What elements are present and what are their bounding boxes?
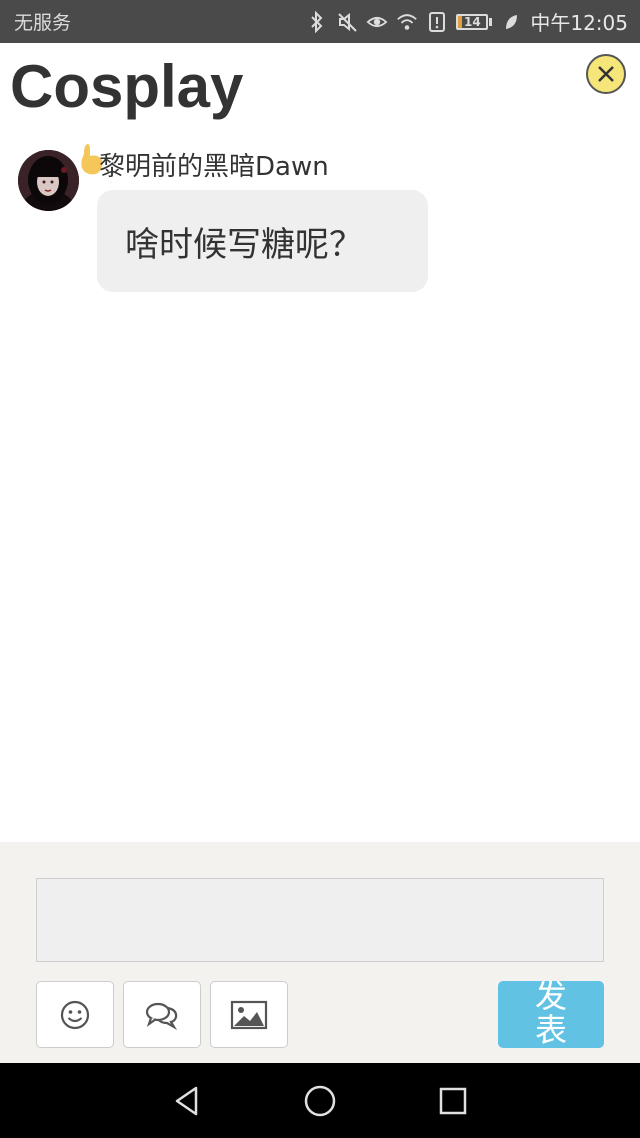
clock: 中午12:05 — [530, 11, 628, 35]
back-icon — [175, 1086, 197, 1115]
emoji-icon — [60, 1000, 90, 1029]
back-button[interactable] — [167, 1081, 207, 1121]
wifi-icon — [396, 11, 418, 33]
recents-icon — [440, 1087, 467, 1114]
alert-icon — [426, 11, 448, 33]
bluetooth-icon — [306, 10, 328, 33]
home-icon — [304, 1085, 336, 1116]
composer: 发表 — [0, 842, 640, 1063]
sender-name[interactable]: 黎明前的黑暗Dawn — [99, 146, 329, 183]
carrier-label: 无服务 — [14, 12, 72, 34]
close-icon — [598, 66, 614, 82]
home-button[interactable] — [300, 1081, 340, 1121]
status-bar: 无服务 14 中午12:05 — [0, 0, 640, 43]
battery-icon: 14 — [456, 13, 493, 30]
recents-button[interactable] — [433, 1081, 473, 1121]
navigation-bar — [0, 1063, 640, 1138]
message-text: 啥时候写糖呢？ — [125, 224, 363, 265]
image-button[interactable] — [210, 981, 288, 1048]
send-button[interactable]: 发表 — [498, 981, 604, 1048]
chat-screen: 无服务 14 中午12:05 Cosplay 黎明前的黑暗Dawn 啥时候写糖呢… — [0, 0, 640, 1138]
close-button[interactable] — [586, 54, 626, 94]
message-input[interactable] — [36, 878, 604, 962]
mute-icon — [336, 11, 358, 33]
page-title: Cosplay — [10, 53, 244, 120]
avatar[interactable] — [18, 150, 79, 211]
image-icon — [230, 1000, 268, 1029]
comment-button[interactable] — [123, 981, 201, 1048]
eye-icon — [366, 11, 388, 33]
comment-icon — [145, 1002, 178, 1030]
battery-level: 14 — [464, 14, 481, 29]
leaf-icon — [500, 11, 522, 33]
emoji-button[interactable] — [36, 981, 114, 1048]
send-label: 发表 — [534, 981, 567, 1048]
status-icons: 14 中午12:05 — [306, 7, 628, 36]
message-bubble[interactable]: 啥时候写糖呢？ — [97, 190, 428, 292]
